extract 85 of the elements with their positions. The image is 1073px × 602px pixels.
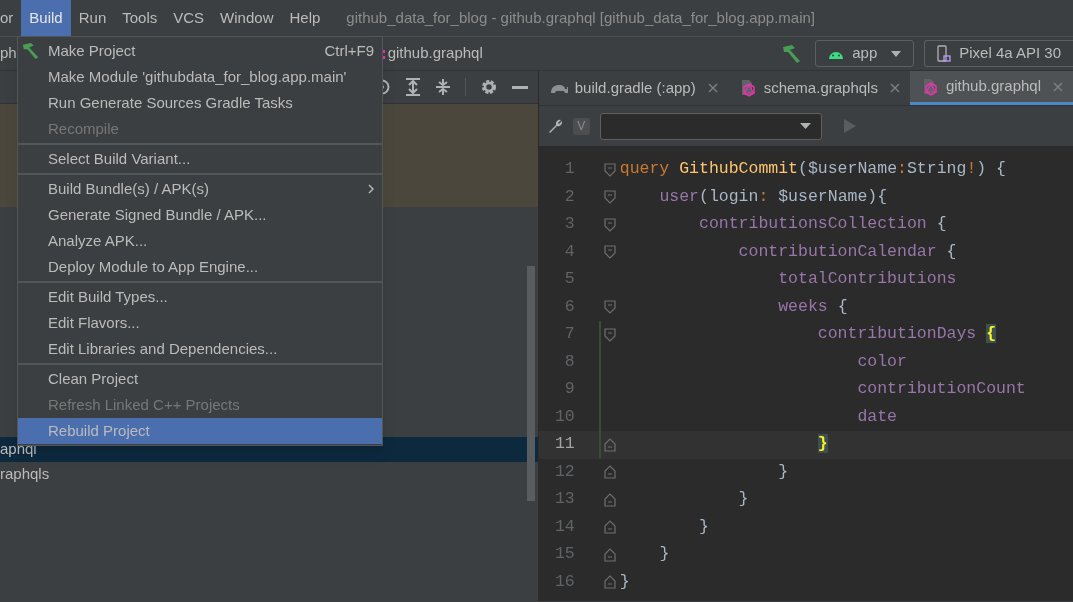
code-line: contributionDays { <box>816 323 997 346</box>
menu-item[interactable]: or <box>0 0 22 36</box>
settings-icon[interactable] <box>479 78 498 96</box>
fold-end-icon[interactable] <box>604 437 617 452</box>
fold-icon[interactable] <box>604 190 617 205</box>
minimize-icon[interactable] <box>511 85 528 89</box>
query-dropdown[interactable] <box>599 112 822 140</box>
menu-item[interactable]: Edit Build Types... <box>18 284 382 310</box>
device-dropdown[interactable]: Pixel 4a API 30 <box>924 40 1073 67</box>
code-line: } <box>737 488 749 511</box>
code-line: } <box>698 515 709 538</box>
fold-end-icon[interactable] <box>604 575 617 590</box>
fold-icon[interactable] <box>604 217 617 232</box>
close-icon[interactable] <box>889 83 900 93</box>
menu-item[interactable]: Generate Signed Bundle / APK... <box>18 202 382 228</box>
menu-item[interactable]: Analyze APK... <box>18 228 382 254</box>
run-icon[interactable] <box>843 119 856 133</box>
code-line: } <box>619 570 630 593</box>
menu-item[interactable]: Window <box>212 0 282 36</box>
menu-item[interactable]: Build <box>21 0 71 36</box>
breadcrumb-item[interactable]: ph <box>0 42 17 65</box>
menu-item[interactable]: Make Module 'githubdata_for_blog.app.main' <box>18 64 382 90</box>
line-number: 9 <box>563 378 575 401</box>
line-number: 2 <box>563 185 575 208</box>
fold-end-icon[interactable] <box>604 492 617 507</box>
fold-end-icon[interactable] <box>604 547 617 562</box>
fold-end-icon[interactable] <box>604 465 617 480</box>
menu-item[interactable]: Run <box>70 0 115 36</box>
menu-item[interactable]: Build Bundle(s) / APK(s) <box>18 176 382 202</box>
caret-icon <box>891 50 902 57</box>
module-dropdown[interactable]: app <box>815 40 915 67</box>
fold-icon[interactable] <box>604 300 617 315</box>
collapse-all-icon[interactable] <box>434 78 451 96</box>
close-icon[interactable] <box>1053 81 1063 92</box>
line-number: 6 <box>563 295 575 318</box>
fold-end-icon[interactable] <box>604 520 617 535</box>
menu-item[interactable]: Edit Libraries and Dependencies... <box>18 336 382 362</box>
menu-item[interactable]: VCS <box>165 0 213 36</box>
line-number: 7 <box>563 323 575 346</box>
menu-item[interactable]: Clean Project <box>18 366 382 392</box>
fold-icon[interactable] <box>604 327 617 342</box>
caret-icon <box>799 123 811 129</box>
menu-item[interactable]: Tools <box>114 0 166 36</box>
code-line: } <box>777 460 789 483</box>
menu-item[interactable]: Help <box>281 0 329 36</box>
code-line: user(login: $userName){ <box>658 185 888 208</box>
line-number: 5 <box>563 268 575 291</box>
close-icon[interactable] <box>707 83 718 93</box>
expand-all-icon[interactable] <box>404 78 421 96</box>
code-line: color <box>856 350 907 373</box>
phone-icon <box>937 44 952 63</box>
scrollbar[interactable] <box>526 266 535 501</box>
menu-item[interactable]: Make Project Ctrl+F9 <box>18 38 382 64</box>
fold-icon[interactable] <box>604 162 617 177</box>
hammer-icon <box>21 42 41 60</box>
tree-item[interactable]: raphqls <box>0 462 538 487</box>
line-number: 14 <box>553 515 575 538</box>
code-line: totalContributions <box>777 268 957 291</box>
code-line: contributionsCollection { <box>698 213 947 236</box>
code-line: date <box>856 405 897 428</box>
menu-item[interactable]: Deploy Module to App Engine... <box>18 254 382 280</box>
line-number: 10 <box>553 405 575 428</box>
line-number: 15 <box>553 543 575 566</box>
menu-item[interactable]: Select Build Variant... <box>18 146 382 172</box>
code-line: contributionCalendar { <box>737 240 957 263</box>
editor-tab[interactable]: github.graphql <box>909 71 1073 105</box>
window-title: github_data_for_blog - github.graphql [github_data_for_blog.app.main] <box>346 7 816 28</box>
code-line: } <box>658 543 670 566</box>
line-number: 11 <box>553 433 575 456</box>
editor-tab[interactable]: schema.graphqls <box>727 71 910 105</box>
line-number: 13 <box>553 488 575 511</box>
line-number: 1 <box>563 158 575 181</box>
line-number: 4 <box>563 240 575 263</box>
line-number: 8 <box>563 350 575 373</box>
code-line: contributionCount <box>856 378 1026 401</box>
code-line: query GithubCommit($userName:String!) { <box>619 158 1006 181</box>
line-number: 16 <box>553 570 575 593</box>
menu-item[interactable]: Edit Flavors... <box>18 310 382 336</box>
editor-tab[interactable]: build.gradle (:app) <box>538 71 728 105</box>
code-line: weeks { <box>777 295 848 318</box>
line-number: 3 <box>563 213 575 236</box>
fold-icon[interactable] <box>604 245 617 260</box>
line-number: 12 <box>553 460 575 483</box>
breadcrumb-item[interactable]: github.graphql <box>387 42 483 65</box>
menu-item[interactable]: Run Generate Sources Gradle Tasks <box>18 90 382 116</box>
